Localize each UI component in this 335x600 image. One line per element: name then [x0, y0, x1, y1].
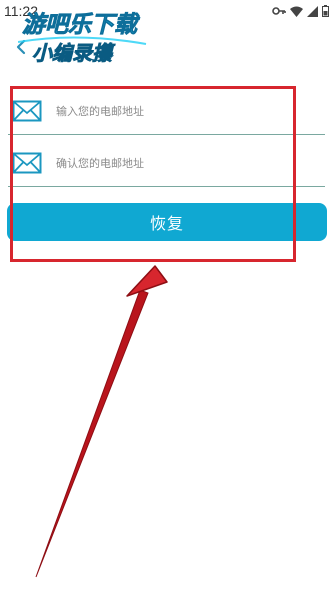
recover-button[interactable]: 恢复 [7, 203, 327, 241]
back-chevron-icon [16, 39, 26, 55]
confirm-email-input[interactable] [56, 148, 276, 178]
status-bar: 11:22 [0, 0, 335, 22]
watermark-line2: 小编录攥 [32, 41, 116, 65]
email-icon [12, 100, 42, 122]
email-input[interactable] [56, 96, 276, 126]
vpn-key-icon [272, 7, 286, 15]
status-time: 11:22 [4, 3, 38, 19]
email-icon [12, 152, 42, 174]
battery-icon [322, 5, 329, 17]
wifi-icon [290, 6, 303, 17]
confirm-email-row [8, 140, 325, 187]
recovery-form [0, 88, 335, 187]
signal-icon [307, 5, 318, 17]
status-icons [272, 5, 329, 17]
email-row [8, 88, 325, 135]
back-button[interactable] [14, 36, 28, 58]
